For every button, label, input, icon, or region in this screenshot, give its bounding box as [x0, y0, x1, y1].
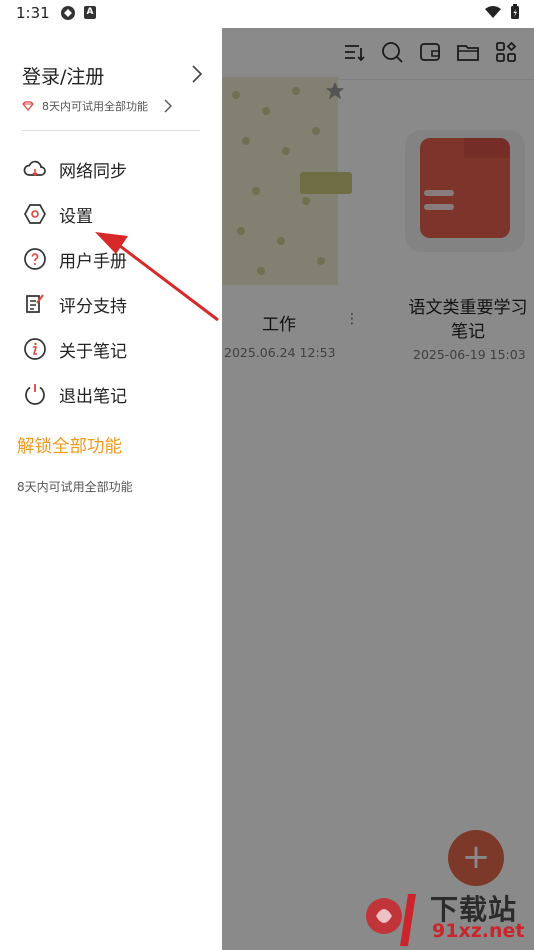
menu-item-exit[interactable]: 退出笔记 — [22, 377, 212, 411]
watermark-domain: 91xz.net — [432, 920, 525, 942]
menu-item-manual[interactable]: 用户手册 — [22, 242, 212, 276]
status-time: 1:31 — [16, 4, 50, 22]
trial-text: 8天内可试用全部功能 — [42, 100, 148, 113]
login-register-link[interactable]: 登录/注册 — [22, 62, 104, 89]
rate-edit-icon — [22, 291, 48, 317]
unlock-subtitle: 8天内可试用全部功能 — [17, 480, 133, 494]
info-circle-icon — [22, 336, 48, 362]
help-circle-icon — [22, 246, 48, 272]
menu-label: 退出笔记 — [59, 386, 127, 407]
menu-item-sync[interactable]: 网络同步 — [22, 152, 212, 186]
menu-item-settings[interactable]: 设置 — [22, 197, 212, 231]
menu-label: 关于笔记 — [59, 341, 127, 362]
chevron-right-icon[interactable] — [190, 64, 204, 88]
menu-label: 评分支持 — [59, 296, 127, 317]
status-notification-icon: A — [84, 6, 96, 19]
drawer-divider — [22, 130, 200, 131]
status-app-icon — [60, 5, 76, 25]
menu-item-about[interactable]: 关于笔记 — [22, 332, 212, 366]
power-icon — [22, 381, 48, 407]
trial-row[interactable]: 8天内可试用全部功能 — [22, 98, 148, 114]
menu-label: 用户手册 — [59, 251, 127, 272]
status-bar: 1:31 A — [0, 0, 534, 28]
settings-hexagon-icon — [22, 201, 48, 227]
menu-label: 设置 — [59, 206, 93, 227]
battery-icon — [511, 4, 519, 19]
cloud-sync-icon — [22, 156, 48, 182]
menu-label: 网络同步 — [59, 161, 127, 182]
menu-item-rate[interactable]: 评分支持 — [22, 287, 212, 321]
unlock-all-features-link[interactable]: 解锁全部功能 — [17, 433, 122, 458]
status-right-icons — [484, 4, 520, 20]
wifi-icon — [485, 6, 501, 18]
navigation-drawer: 登录/注册 8天内可试用全部功能 网络同步 设置 用户手册 评分支持 关于笔记 … — [0, 28, 222, 950]
trial-chevron-icon[interactable] — [163, 98, 173, 117]
diamond-icon — [22, 101, 34, 111]
